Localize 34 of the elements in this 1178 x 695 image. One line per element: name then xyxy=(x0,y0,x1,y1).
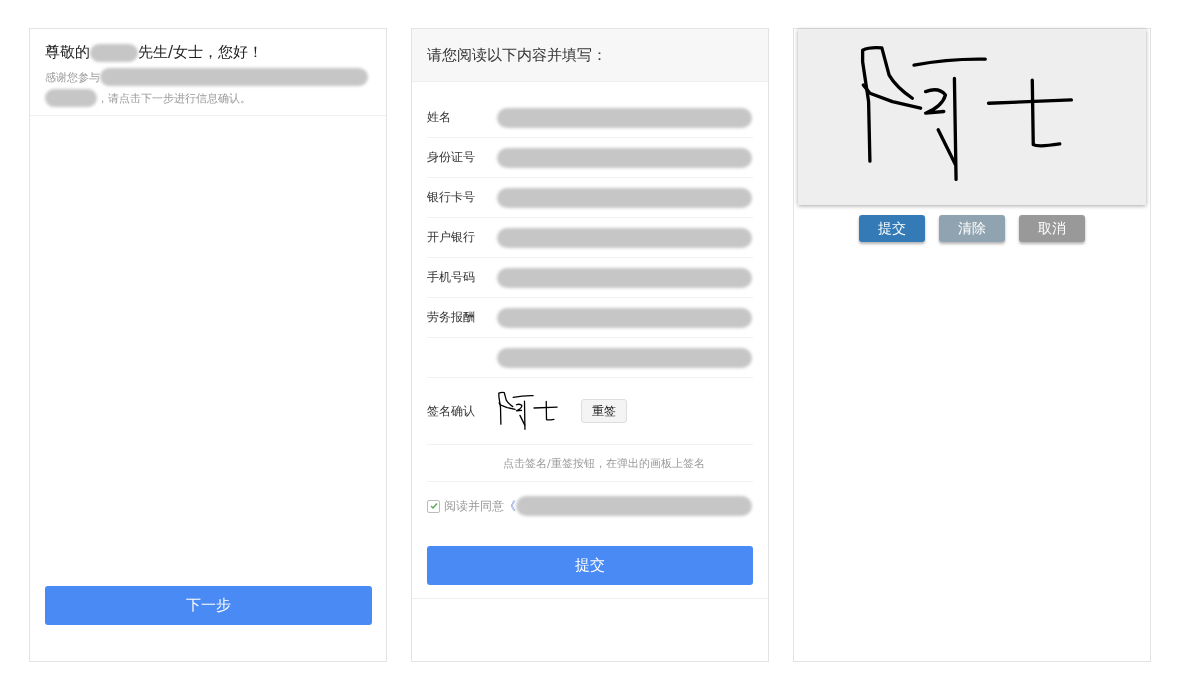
redacted-field[interactable] xyxy=(497,107,752,128)
pad-button[interactable]: 清除 xyxy=(939,215,1005,242)
agreement-link[interactable]: 《 xyxy=(504,497,516,515)
redacted-field[interactable] xyxy=(497,227,752,248)
check-icon xyxy=(429,502,438,510)
greeting-text: 先生/女士，您好！ xyxy=(138,43,264,62)
hint-text: 点击签名/重签按钮，在弹出的画板上签名 xyxy=(503,455,705,471)
intro-text: 感谢您参与 xyxy=(45,69,100,85)
resign-button[interactable]: 重签 xyxy=(581,399,627,423)
field-label: 劳务报酬 xyxy=(427,309,476,326)
submit-button[interactable]: 提交 xyxy=(427,546,753,585)
form-title: 请您阅读以下内容并填写： xyxy=(412,29,768,82)
field-label: 开户银行 xyxy=(427,229,476,246)
intro-text: ，请点击下一步进行信息确认。 xyxy=(97,90,251,106)
pad-button[interactable]: 取消 xyxy=(1019,215,1085,242)
next-button[interactable]: 下一步 xyxy=(45,586,372,625)
redacted-field[interactable] xyxy=(497,347,752,368)
field-label: 签名确认 xyxy=(427,402,476,420)
field-label: 银行卡号 xyxy=(427,189,476,206)
redacted-field[interactable] xyxy=(497,147,752,168)
pad-button[interactable]: 提交 xyxy=(859,215,925,242)
signature-drawing xyxy=(497,391,559,431)
checkbox[interactable] xyxy=(427,499,440,513)
agree-text: 阅读并同意 xyxy=(444,497,504,515)
greeting-text: 尊敬的 xyxy=(45,43,90,62)
redacted-field[interactable] xyxy=(497,267,752,288)
redacted-blur xyxy=(45,89,97,107)
field-label: 手机号码 xyxy=(427,269,476,286)
field-label: 身份证号 xyxy=(427,149,476,166)
redacted-blur xyxy=(90,43,138,62)
redacted-field[interactable] xyxy=(497,307,752,328)
signature-pad[interactable] xyxy=(798,29,1146,205)
field-label: 姓名 xyxy=(427,109,452,126)
redacted-field[interactable] xyxy=(497,187,752,208)
